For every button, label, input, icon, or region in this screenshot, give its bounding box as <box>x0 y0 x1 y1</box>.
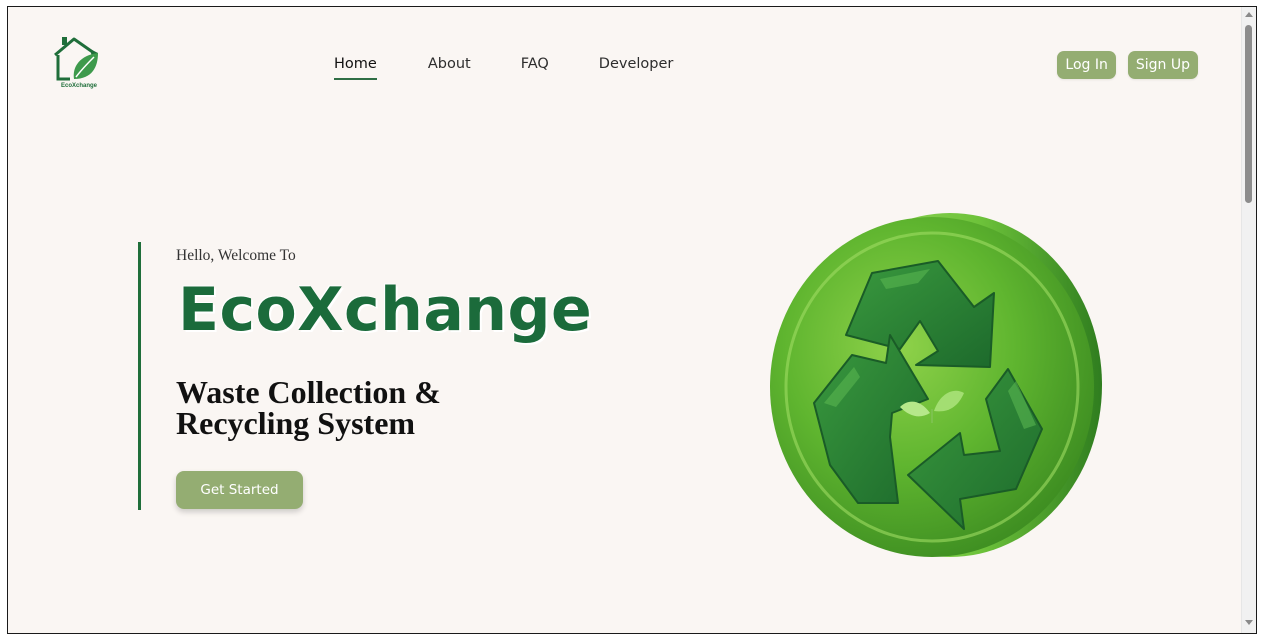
nav-about[interactable]: About <box>428 56 471 72</box>
scroll-down-icon[interactable] <box>1245 620 1253 625</box>
hero-tagline-line2: Recycling System <box>176 405 416 441</box>
page-scrollbar[interactable] <box>1241 7 1256 633</box>
logo[interactable]: EcoXchange <box>52 33 104 93</box>
get-started-button[interactable]: Get Started <box>176 471 303 509</box>
recycle-illustration <box>760 203 1110 573</box>
scroll-thumb[interactable] <box>1245 25 1252 203</box>
logo-text: EcoXchange <box>60 83 97 89</box>
recycle-icon <box>770 213 1102 557</box>
hero-greeting: Hello, Welcome To <box>176 247 296 264</box>
home-leaf-icon <box>54 37 98 81</box>
hero-tagline-line1: Waste Collection & <box>176 374 441 410</box>
login-button[interactable]: Log In <box>1057 51 1116 79</box>
nav-developer[interactable]: Developer <box>599 56 674 72</box>
auth-buttons: Log In Sign Up <box>1057 51 1198 79</box>
browser-viewport: EcoXchange Home About FAQ Developer Log … <box>7 6 1257 634</box>
main-nav: Home About FAQ Developer <box>334 56 674 80</box>
signup-button[interactable]: Sign Up <box>1127 51 1198 79</box>
nav-home[interactable]: Home <box>334 56 377 80</box>
hero-accent-bar <box>138 242 141 510</box>
nav-faq[interactable]: FAQ <box>521 56 549 72</box>
hero-title: EcoXchange <box>178 275 593 345</box>
hero-tagline: Waste Collection & Recycling System <box>176 374 536 441</box>
scroll-up-icon[interactable] <box>1245 12 1253 17</box>
